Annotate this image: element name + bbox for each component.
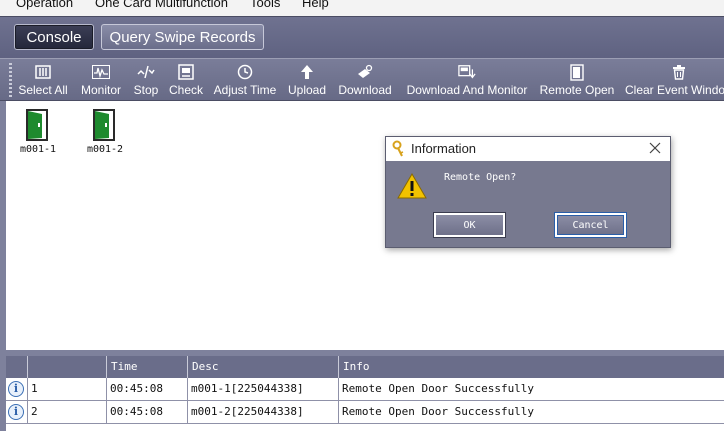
remote-open-button[interactable]: Remote Open: [539, 59, 615, 101]
upload-arrow-icon: [298, 64, 316, 80]
adjust-time-label: Adjust Time: [213, 83, 277, 97]
app-window: Operation One Card Multifunction Tools H…: [0, 0, 724, 431]
toolbar: Select All Monitor Stop Check Adjust Tim: [0, 58, 724, 101]
check-icon: [177, 64, 195, 80]
check-label: Check: [168, 83, 203, 97]
dialog-message: Remote Open?: [444, 172, 517, 183]
ok-button[interactable]: OK: [434, 213, 505, 237]
monitor-label: Monitor: [80, 83, 121, 97]
download-and-monitor-button[interactable]: Download And Monitor: [402, 59, 532, 101]
menu-bar: Operation One Card Multifunction Tools H…: [0, 0, 724, 16]
tab-query-swipe-records[interactable]: Query Swipe Records: [101, 24, 264, 50]
upload-label: Upload: [287, 83, 327, 97]
select-all-button[interactable]: Select All: [16, 59, 70, 101]
remote-open-label: Remote Open: [539, 83, 615, 97]
device-m001-2[interactable]: m001-2: [80, 106, 130, 156]
event-grid: Time Desc Info i 1 00:45:08 m001-1[22504…: [6, 356, 724, 431]
key-icon: [391, 140, 407, 161]
row-time: 00:45:08: [107, 401, 188, 423]
menu-help[interactable]: Help: [302, 0, 329, 10]
door-open-icon: [92, 108, 116, 145]
toolbar-grip[interactable]: [9, 63, 12, 99]
door-open-icon: [25, 108, 49, 145]
download-label: Download: [338, 83, 392, 97]
warning-icon: [397, 173, 427, 202]
row-icon-cell: i: [6, 401, 28, 423]
row-desc: m001-1[225044338]: [188, 378, 339, 400]
info-icon: i: [8, 381, 24, 397]
cancel-button[interactable]: Cancel: [555, 213, 626, 237]
stop-icon: [137, 64, 155, 80]
device-label: m001-1: [19, 144, 57, 155]
info-icon: i: [8, 404, 24, 420]
monitor-icon: [92, 64, 110, 80]
menu-one-card-multifunction[interactable]: One Card Multifunction: [95, 0, 228, 10]
clear-event-window-label: Clear Event Window: [625, 83, 724, 97]
clear-event-window-button[interactable]: Clear Event Window: [623, 59, 724, 101]
row-index: 1: [28, 378, 107, 400]
column-header-desc[interactable]: Desc: [188, 356, 339, 378]
clock-icon: [236, 64, 254, 80]
select-all-label: Select All: [18, 83, 68, 97]
column-header-info[interactable]: Info: [339, 356, 724, 378]
row-info: Remote Open Door Successfully: [342, 405, 535, 418]
device-label: m001-2: [86, 144, 124, 155]
row-icon-cell: i: [6, 378, 28, 400]
table-row[interactable]: i 1 00:45:08 m001-1[225044338] Remote Op…: [6, 378, 724, 401]
upload-button[interactable]: Upload: [286, 59, 328, 101]
close-icon[interactable]: [648, 141, 662, 155]
dialog-title-bar[interactable]: Information: [386, 137, 670, 161]
monitor-button[interactable]: Monitor: [77, 59, 125, 101]
select-all-icon: [34, 64, 52, 80]
column-header-index[interactable]: [28, 356, 107, 378]
adjust-time-button[interactable]: Adjust Time: [212, 59, 278, 101]
remote-open-icon: [568, 63, 586, 81]
stop-label: Stop: [133, 83, 159, 97]
dialog-title: Information: [411, 141, 477, 156]
stop-button[interactable]: Stop: [130, 59, 162, 101]
information-dialog: Information Remote Open? OK Cancel: [385, 136, 671, 248]
column-header-time[interactable]: Time: [107, 356, 188, 378]
download-icon: [356, 64, 374, 80]
menu-tools[interactable]: Tools: [250, 0, 280, 10]
column-header-icon[interactable]: [6, 356, 28, 378]
row-desc: m001-2[225044338]: [188, 401, 339, 423]
row-info: Remote Open Door Successfully: [342, 382, 535, 395]
row-time: 00:45:08: [107, 378, 188, 400]
download-monitor-icon: [458, 64, 476, 80]
tab-strip: Console Query Swipe Records: [0, 16, 724, 58]
check-button[interactable]: Check: [167, 59, 205, 101]
download-button[interactable]: Download: [336, 59, 394, 101]
menu-operation[interactable]: Operation: [16, 0, 73, 10]
table-row[interactable]: i 2 00:45:08 m001-2[225044338] Remote Op…: [6, 401, 724, 424]
clear-icon: [670, 64, 688, 80]
download-and-monitor-label: Download And Monitor: [406, 83, 528, 97]
row-index: 2: [28, 401, 107, 423]
event-grid-header: Time Desc Info: [6, 356, 724, 378]
tab-console[interactable]: Console: [14, 24, 94, 50]
device-m001-1[interactable]: m001-1: [13, 106, 63, 156]
